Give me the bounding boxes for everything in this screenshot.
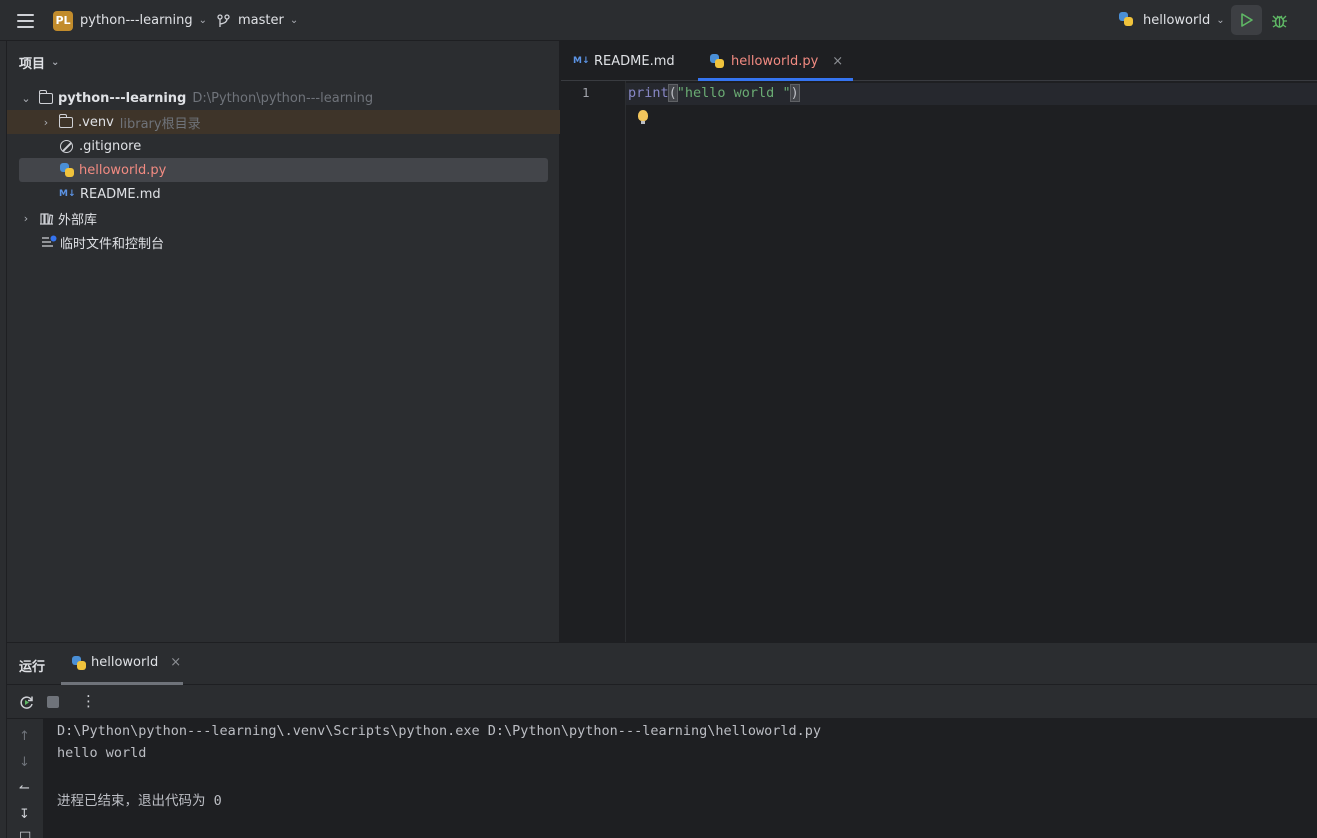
more-vertical-icon: ⋮ [1310, 12, 1317, 29]
tree-item-helloworld[interactable]: helloworld.py [19, 158, 548, 182]
tree-item-label: helloworld.py [79, 162, 167, 178]
code-editor[interactable]: print("hello world ") [626, 81, 1317, 642]
main-menu-button[interactable] [16, 0, 34, 41]
tree-item-hint: library根目录 [119, 116, 201, 132]
play-icon [1241, 13, 1253, 27]
tab-readme[interactable]: M↓ README.md [573, 41, 675, 81]
code-paren-close: ) [789, 84, 800, 102]
project-switcher[interactable]: PL python---learning ⌄ [53, 0, 207, 41]
code-paren-open: ( [667, 84, 678, 102]
arrow-down-icon[interactable]: ↓ [19, 755, 30, 770]
root-folder-name: python---learning [58, 90, 187, 106]
markdown-icon: M↓ [573, 56, 590, 66]
tree-item-label: .gitignore [79, 138, 142, 154]
line-number: 1 [582, 85, 590, 100]
ignore-file-icon [60, 139, 73, 153]
more-actions-button[interactable]: ⋮ [1310, 0, 1317, 41]
tree-item-label: README.md [80, 186, 161, 202]
console-line: D:\Python\python---learning\.venv\Script… [57, 723, 822, 739]
console-output[interactable]: D:\Python\python---learning\.venv\Script… [44, 719, 1317, 838]
run-button[interactable] [1231, 5, 1262, 35]
project-panel-title: 项目 [19, 57, 46, 72]
scroll-to-end-icon[interactable]: ↧ [19, 807, 30, 822]
scratches-icon [42, 235, 57, 247]
folder-icon [58, 113, 73, 128]
code-string: "hello world " [676, 85, 791, 101]
tree-item-external-libraries[interactable]: › 外部库 [7, 206, 560, 230]
branch-switcher[interactable]: master ⌄ [217, 0, 298, 41]
title-bar: PL python---learning ⌄ master ⌄ hellowor… [0, 0, 1317, 41]
tree-item-scratches[interactable]: 临时文件和控制台 [7, 230, 560, 254]
python-icon [72, 655, 86, 670]
bug-icon [1272, 15, 1287, 28]
arrow-up-icon[interactable]: ↑ [19, 729, 30, 744]
more-vertical-icon[interactable]: ⋮ [81, 692, 96, 710]
tab-helloworld[interactable]: helloworld.py × [698, 41, 854, 81]
python-file-icon [710, 54, 724, 68]
run-panel-header: 运行 helloworld × [7, 643, 1317, 685]
tree-item-label: 临时文件和控制台 [60, 236, 165, 252]
console-line: 进程已结束，退出代码为 0 [57, 793, 222, 809]
code-builtin-print: print [628, 85, 669, 101]
tree-item-readme[interactable]: M↓ README.md [7, 182, 560, 206]
tree-item-label: .venv [78, 114, 114, 130]
run-side-toolbar: ↑ ↓ ↼ ↧ □ [7, 719, 44, 838]
run-panel: 运行 helloworld × ⋮ ↑ ↓ ↼ ↧ □ D:\Python\py… [7, 642, 1317, 838]
tree-item-venv[interactable]: › .venv library根目录 [7, 110, 560, 134]
project-panel-header[interactable]: 项目 ⌄ [19, 53, 59, 72]
tab-run-helloworld[interactable]: helloworld × [61, 643, 183, 685]
console-line: hello world [57, 745, 147, 761]
python-file-icon [60, 163, 74, 177]
chevron-down-icon: ⌄ [198, 15, 207, 26]
run-toolbar: ⋮ [7, 685, 1317, 719]
run-config-selector[interactable]: helloworld ⌄ [1119, 0, 1225, 41]
chevron-right-icon[interactable]: › [39, 116, 53, 129]
markdown-icon: M↓ [59, 189, 76, 199]
tree-item-gitignore[interactable]: .gitignore [7, 134, 560, 158]
tab-label: README.md [594, 53, 675, 69]
run-config-name: helloworld [1143, 13, 1211, 28]
lightbulb-icon[interactable] [638, 110, 648, 124]
hamburger-icon [16, 13, 34, 16]
soft-wrap-icon[interactable]: ↼ [19, 781, 30, 796]
run-tab-label: helloworld [91, 655, 159, 670]
chevron-right-icon[interactable]: › [19, 212, 33, 225]
tree-item-root[interactable]: ⌄ python---learning D:\Python\python---l… [7, 86, 560, 110]
project-badge: PL [53, 10, 73, 31]
project-name: python---learning [80, 13, 193, 28]
stop-icon[interactable] [47, 696, 59, 708]
run-panel-title: 运行 [19, 660, 46, 675]
library-icon [40, 212, 54, 225]
tool-window-strip [0, 41, 7, 838]
folder-icon [38, 89, 53, 104]
close-icon[interactable]: × [832, 54, 843, 69]
chevron-down-icon: ⌄ [51, 57, 60, 68]
text-caret [798, 85, 801, 101]
editor-tab-bar: M↓ README.md helloworld.py × [561, 41, 1317, 81]
editor-gutter: 1 [561, 81, 626, 642]
tab-label: helloworld.py [731, 53, 819, 69]
chevron-down-icon[interactable]: ⌄ [19, 92, 33, 105]
tree-item-label: 外部库 [58, 212, 98, 228]
root-folder-path: D:\Python\python---learning [192, 90, 374, 106]
code-line: print("hello world ") [628, 84, 801, 102]
debug-button[interactable] [1271, 0, 1288, 41]
branch-name: master [238, 13, 284, 28]
chevron-down-icon: ⌄ [1216, 15, 1225, 26]
project-panel: 项目 ⌄ ⌄ python---learning D:\Python\pytho… [7, 41, 560, 642]
chevron-down-icon: ⌄ [289, 15, 299, 26]
print-icon[interactable]: □ [19, 829, 31, 838]
close-icon[interactable]: × [170, 655, 181, 670]
python-icon [1119, 12, 1136, 29]
git-branch-icon [217, 13, 230, 27]
rerun-icon[interactable] [19, 695, 34, 710]
